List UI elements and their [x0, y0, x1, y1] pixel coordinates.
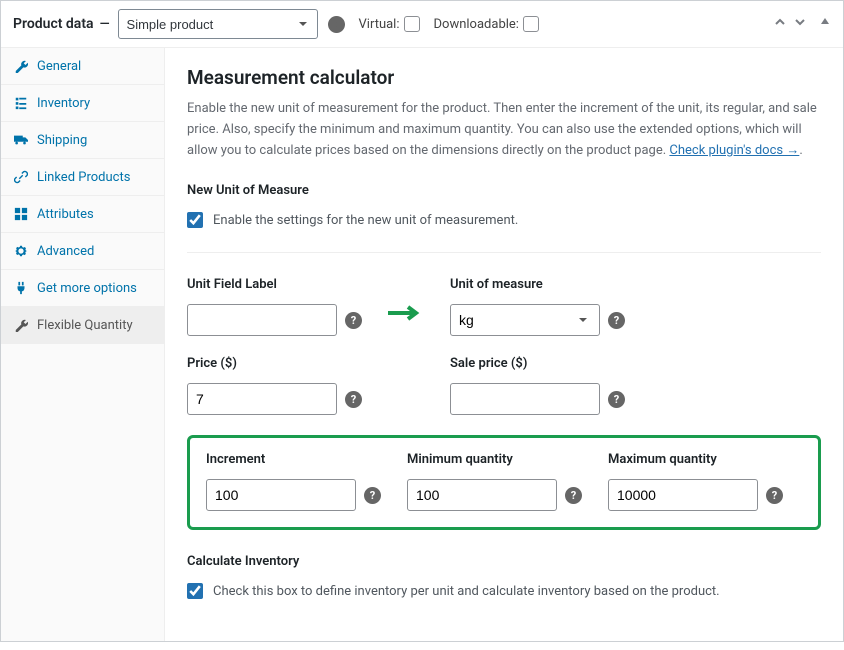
calc-inventory-heading: Calculate Inventory	[187, 554, 821, 569]
tab-label: Shipping	[37, 133, 87, 148]
tab-general[interactable]: General	[1, 48, 164, 85]
enable-row: Enable the settings for the new unit of …	[187, 212, 821, 228]
highlight-box: Increment ? Minimum quantity ?	[187, 435, 821, 530]
price-input[interactable]	[187, 383, 337, 415]
field-label: Increment	[206, 452, 381, 467]
virtual-checkbox[interactable]	[404, 16, 420, 32]
min-qty-input[interactable]	[407, 479, 557, 511]
field-price: Price ($) ?	[187, 356, 362, 415]
help-icon[interactable]: ?	[328, 16, 345, 33]
row-price: Price ($) ? Sale price ($) ?	[187, 356, 821, 415]
collapse-icon[interactable]	[819, 15, 831, 33]
main-panel: Measurement calculator Enable the new un…	[165, 48, 843, 641]
tab-linked-products[interactable]: Linked Products	[1, 159, 164, 196]
calc-inventory-row: Check this box to define inventory per u…	[187, 583, 821, 599]
panel-content: General Inventory Shipping Linked Produc…	[1, 48, 843, 641]
help-icon[interactable]: ?	[565, 487, 582, 504]
enable-label: Enable the settings for the new unit of …	[213, 213, 518, 228]
calc-inventory-label: Check this box to define inventory per u…	[213, 584, 720, 599]
dash: —	[100, 17, 110, 32]
field-label: Maximum quantity	[608, 452, 783, 467]
help-icon[interactable]: ?	[364, 487, 381, 504]
list-icon	[13, 95, 29, 111]
panel-header: Product data — Simple product ? Virtual:…	[1, 1, 843, 48]
truck-icon	[13, 132, 29, 148]
row-quantity: Increment ? Minimum quantity ?	[206, 452, 802, 511]
downloadable-label: Downloadable:	[434, 17, 519, 32]
tab-label: Inventory	[37, 96, 90, 111]
tab-shipping[interactable]: Shipping	[1, 122, 164, 159]
help-icon[interactable]: ?	[345, 312, 362, 329]
wrench-icon	[13, 58, 29, 74]
product-type-select[interactable]: Simple product	[118, 9, 318, 39]
tab-label: Attributes	[37, 207, 94, 222]
docs-link[interactable]: Check plugin's docs →	[669, 143, 799, 158]
tab-advanced[interactable]: Advanced	[1, 233, 164, 270]
calc-inventory-checkbox[interactable]	[187, 583, 203, 599]
unit-field-label-input[interactable]	[187, 304, 337, 336]
panel-title: Product data	[13, 16, 94, 32]
panel-controls	[773, 15, 831, 33]
field-label: Minimum quantity	[407, 452, 582, 467]
field-label: Unit Field Label	[187, 277, 362, 292]
field-max-qty: Maximum quantity ?	[608, 452, 783, 511]
virtual-checkbox-group[interactable]: Virtual:	[359, 16, 420, 32]
move-down-icon[interactable]	[793, 15, 807, 33]
arrow-icon	[388, 305, 424, 336]
help-icon[interactable]: ?	[608, 391, 625, 408]
downloadable-checkbox-group[interactable]: Downloadable:	[434, 16, 539, 32]
tab-label: General	[37, 59, 81, 74]
virtual-label: Virtual:	[359, 17, 400, 32]
product-data-panel: Product data — Simple product ? Virtual:…	[0, 0, 844, 642]
help-icon[interactable]: ?	[345, 391, 362, 408]
sale-price-input[interactable]	[450, 383, 600, 415]
page-heading: Measurement calculator	[187, 66, 821, 89]
field-label: Sale price ($)	[450, 356, 625, 371]
grid-icon	[13, 206, 29, 222]
field-label: Unit of measure	[450, 277, 625, 292]
field-unit-label: Unit Field Label ?	[187, 277, 362, 336]
help-icon[interactable]: ?	[766, 487, 783, 504]
wrench-icon	[13, 317, 29, 333]
tab-label: Flexible Quantity	[37, 318, 133, 333]
move-up-icon[interactable]	[773, 15, 787, 33]
increment-input[interactable]	[206, 479, 356, 511]
plug-icon	[13, 280, 29, 296]
field-sale-price: Sale price ($) ?	[450, 356, 625, 415]
link-icon	[13, 169, 29, 185]
tab-get-more-options[interactable]: Get more options	[1, 270, 164, 307]
downloadable-checkbox[interactable]	[523, 16, 539, 32]
field-label: Price ($)	[187, 356, 362, 371]
tab-attributes[interactable]: Attributes	[1, 196, 164, 233]
tab-inventory[interactable]: Inventory	[1, 85, 164, 122]
field-unit-of-measure: Unit of measure kg ?	[450, 277, 625, 336]
gear-icon	[13, 243, 29, 259]
separator	[187, 252, 821, 253]
new-unit-heading: New Unit of Measure	[187, 183, 821, 198]
enable-checkbox[interactable]	[187, 212, 203, 228]
row-unit: Unit Field Label ? Unit of measure kg	[187, 277, 821, 336]
tab-flexible-quantity[interactable]: Flexible Quantity	[1, 307, 164, 344]
tabs-sidebar: General Inventory Shipping Linked Produc…	[1, 48, 165, 641]
tab-label: Advanced	[37, 244, 94, 259]
description: Enable the new unit of measurement for t…	[187, 99, 821, 161]
max-qty-input[interactable]	[608, 479, 758, 511]
tab-label: Get more options	[37, 281, 137, 296]
field-min-qty: Minimum quantity ?	[407, 452, 582, 511]
tab-label: Linked Products	[37, 170, 130, 185]
help-icon[interactable]: ?	[608, 312, 625, 329]
field-increment: Increment ?	[206, 452, 381, 511]
unit-of-measure-select[interactable]: kg	[450, 304, 600, 336]
